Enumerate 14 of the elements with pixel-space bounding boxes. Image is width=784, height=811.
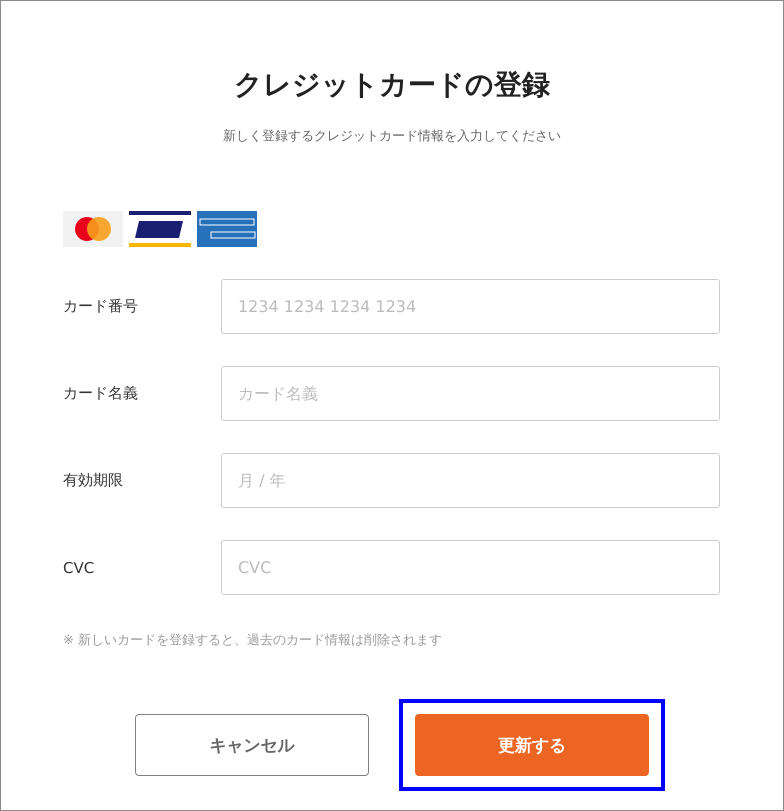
input-field[interactable]: CVC <box>221 540 720 595</box>
input-field[interactable]: 1234 1234 1234 1234 <box>221 279 720 334</box>
field-label: CVC <box>63 558 96 576</box>
field-label: 有効期限 <box>63 471 124 490</box>
note-text: ※ 新しいカードを登録すると、過去のカード情報は削除されます <box>63 632 444 649</box>
cancel-button[interactable]: キャンセル <box>135 714 369 776</box>
input-field[interactable]: 月 / 年 <box>221 453 720 508</box>
update-button[interactable]: 更新する <box>415 714 649 776</box>
field-label: カード名義 <box>63 384 139 403</box>
input-field[interactable]: カード名義 <box>221 366 720 421</box>
field-label: カード番号 <box>63 297 139 316</box>
mastercard-logo-icon <box>63 211 123 247</box>
dialog-subtitle: 新しく登録するクレジットカード情報を入力してください <box>222 128 562 146</box>
dialog-title: クレジットカードの登録 <box>233 67 551 103</box>
